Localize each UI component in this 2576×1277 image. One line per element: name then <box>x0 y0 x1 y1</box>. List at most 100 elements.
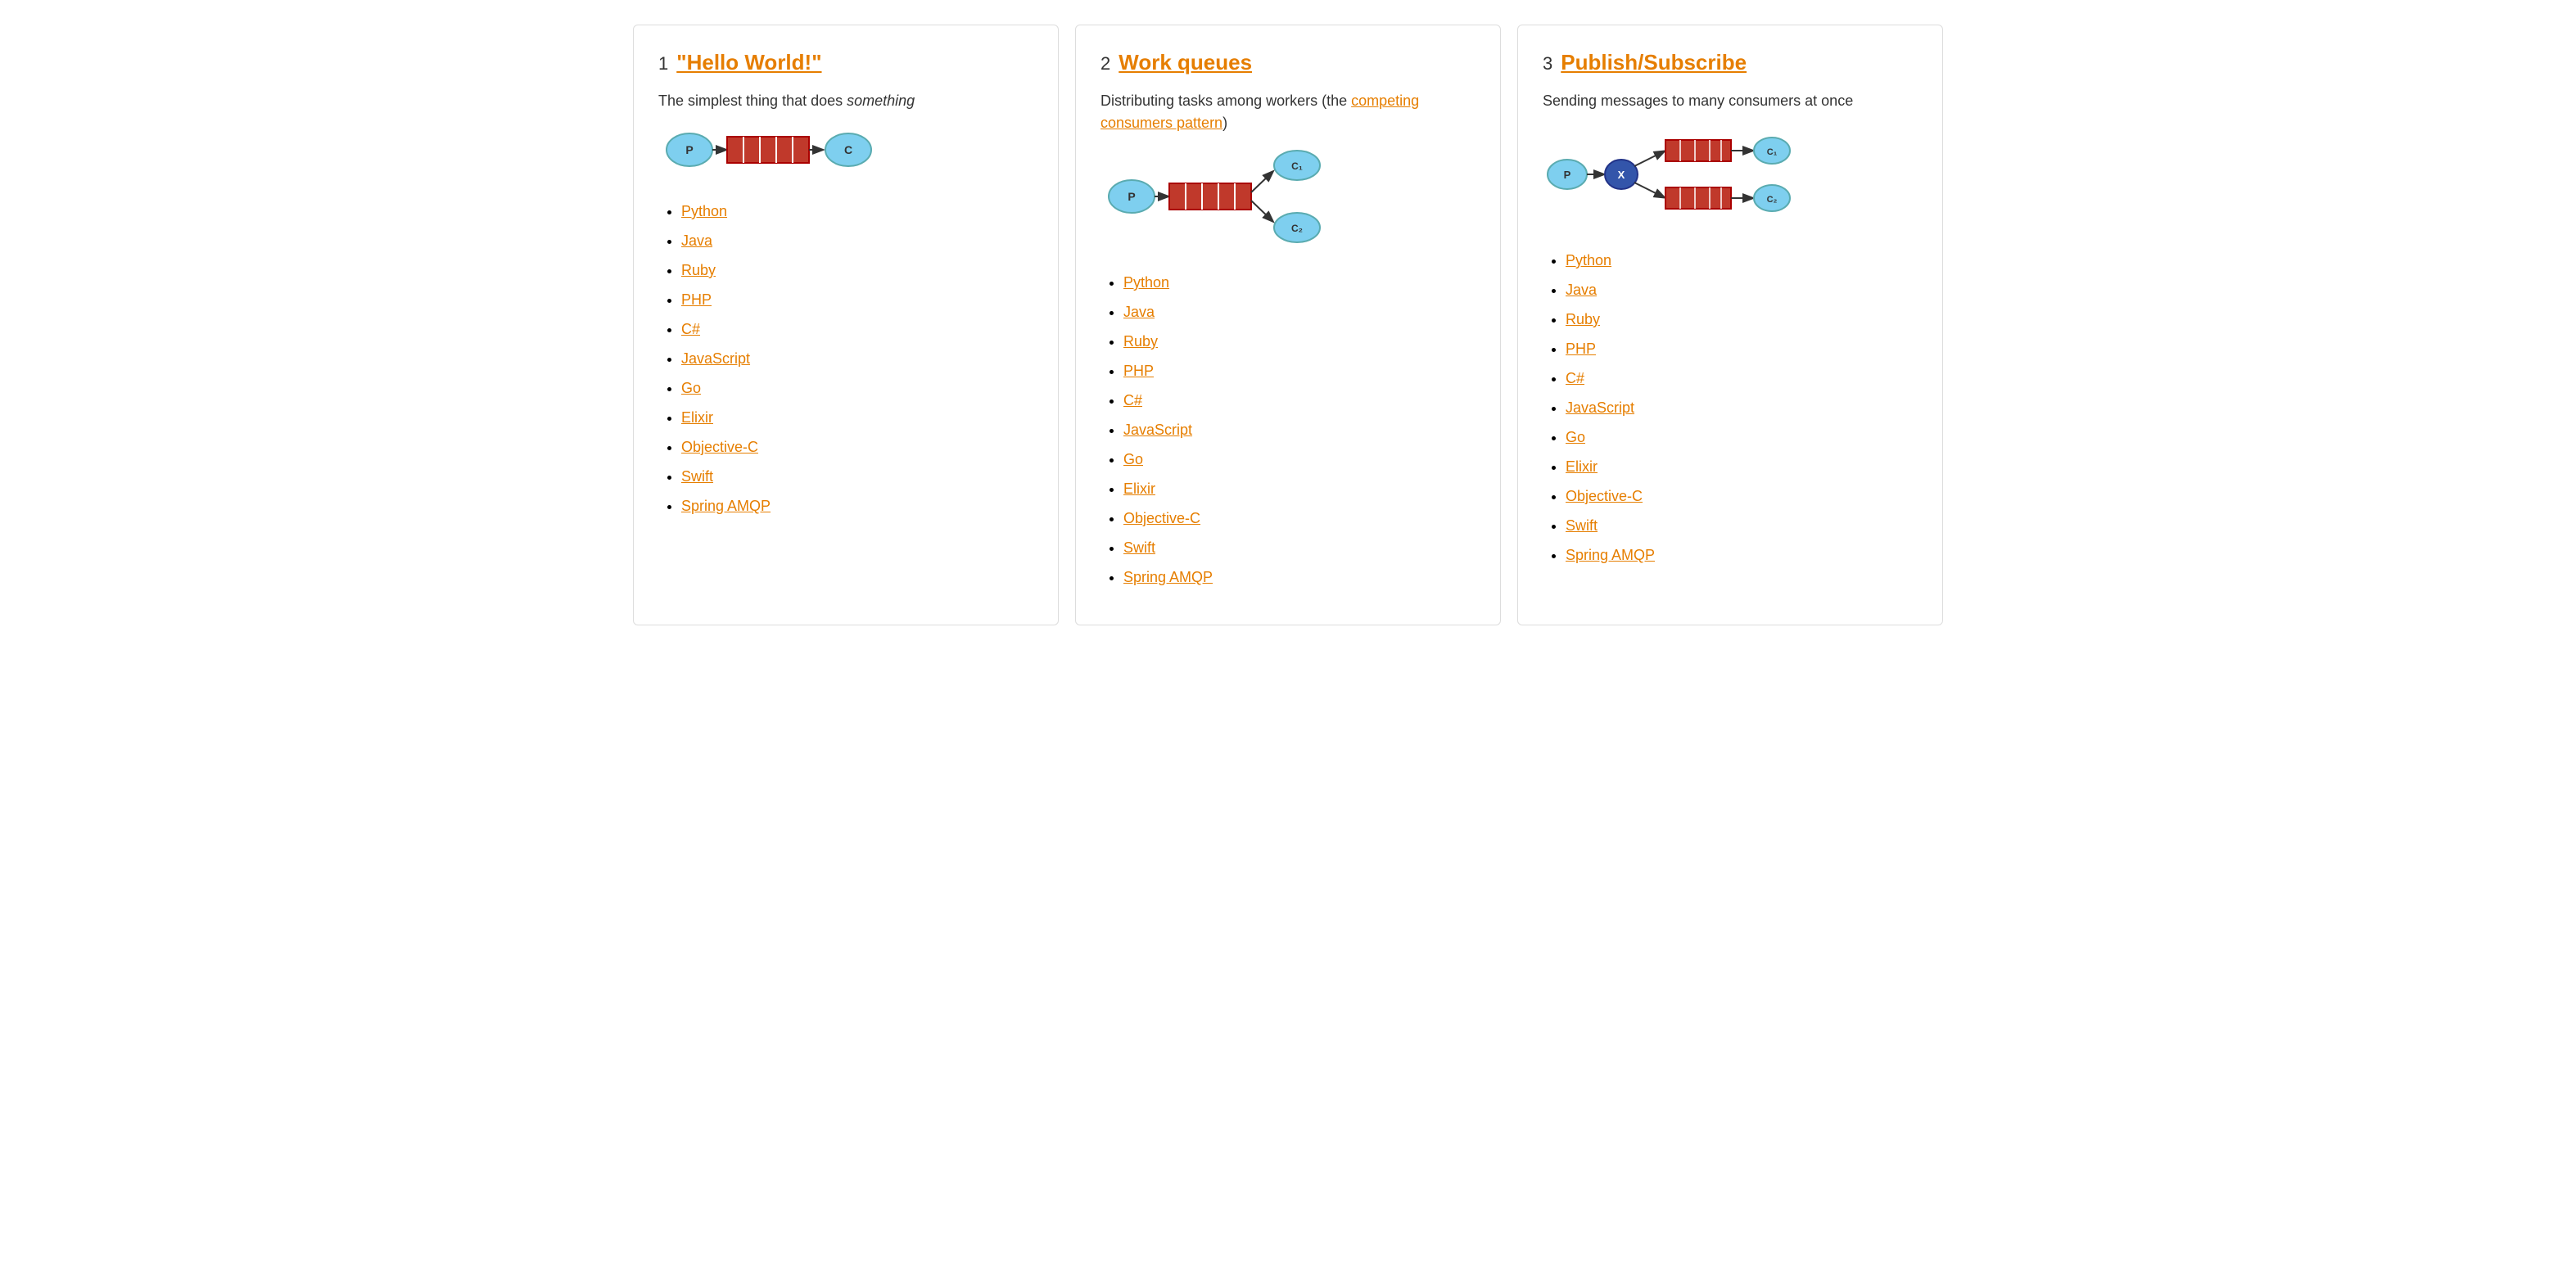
list-item: Ruby <box>1123 327 1476 356</box>
link-csharp-1[interactable]: C# <box>681 321 700 337</box>
svg-text:P: P <box>685 143 693 156</box>
card-title-2: Work queues <box>1119 50 1252 75</box>
card-header-2: 2 Work queues <box>1100 50 1476 75</box>
link-ruby-1[interactable]: Ruby <box>681 262 716 278</box>
link-java-2[interactable]: Java <box>1123 304 1155 320</box>
card-title-link-2[interactable]: Work queues <box>1119 50 1252 74</box>
diagram-2: P C₁ C₂ <box>1100 147 1476 250</box>
list-item: Go <box>1566 422 1918 452</box>
link-java-3[interactable]: Java <box>1566 282 1597 298</box>
main-container: 1 "Hello World!" The simplest thing that… <box>633 25 1943 625</box>
list-item: Objective-C <box>681 432 1033 462</box>
link-php-3[interactable]: PHP <box>1566 341 1596 357</box>
svg-text:P: P <box>1128 190 1135 203</box>
card-number-3: 3 <box>1543 53 1552 74</box>
diagram-svg-1: P <box>658 125 879 174</box>
list-item: JavaScript <box>1566 393 1918 422</box>
list-item: Objective-C <box>1566 481 1918 511</box>
list-item: Java <box>681 226 1033 255</box>
link-php-2[interactable]: PHP <box>1123 363 1154 379</box>
diagram-svg-3: P X <box>1543 125 1805 223</box>
card-hello-world: 1 "Hello World!" The simplest thing that… <box>633 25 1059 625</box>
link-go-2[interactable]: Go <box>1123 451 1143 467</box>
links-list-2: Python Java Ruby PHP C# JavaScript Go El… <box>1100 268 1476 592</box>
svg-text:C₁: C₁ <box>1291 160 1303 172</box>
list-item: PHP <box>1566 334 1918 363</box>
link-python-3[interactable]: Python <box>1566 252 1611 268</box>
diagram-1: P <box>658 125 1033 178</box>
card-header-3: 3 Publish/Subscribe <box>1543 50 1918 75</box>
list-item: Spring AMQP <box>1566 540 1918 570</box>
list-item: Elixir <box>681 403 1033 432</box>
link-js-1[interactable]: JavaScript <box>681 350 750 367</box>
link-ruby-3[interactable]: Ruby <box>1566 311 1600 327</box>
link-spring-3[interactable]: Spring AMQP <box>1566 547 1655 563</box>
link-ruby-2[interactable]: Ruby <box>1123 333 1158 350</box>
card-number-2: 2 <box>1100 53 1110 74</box>
list-item: Python <box>681 196 1033 226</box>
link-python-1[interactable]: Python <box>681 203 727 219</box>
card-desc-2: Distributing tasks among workers (the co… <box>1100 90 1476 134</box>
link-objc-1[interactable]: Objective-C <box>681 439 758 455</box>
list-item: C# <box>1566 363 1918 393</box>
card-title-1: "Hello World!" <box>676 50 821 75</box>
link-go-3[interactable]: Go <box>1566 429 1585 445</box>
diagram-svg-2: P C₁ C₂ <box>1100 147 1330 246</box>
link-csharp-2[interactable]: C# <box>1123 392 1142 408</box>
card-title-link-3[interactable]: Publish/Subscribe <box>1561 50 1747 74</box>
svg-text:C₂: C₂ <box>1767 195 1778 205</box>
link-objc-3[interactable]: Objective-C <box>1566 488 1643 504</box>
card-title-3: Publish/Subscribe <box>1561 50 1747 75</box>
list-item: Java <box>1566 275 1918 305</box>
svg-text:C: C <box>844 143 852 156</box>
link-spring-1[interactable]: Spring AMQP <box>681 498 771 514</box>
svg-text:P: P <box>1564 169 1571 181</box>
list-item: PHP <box>681 285 1033 314</box>
link-go-1[interactable]: Go <box>681 380 701 396</box>
link-swift-2[interactable]: Swift <box>1123 539 1155 556</box>
list-item: Ruby <box>681 255 1033 285</box>
link-elixir-3[interactable]: Elixir <box>1566 458 1598 475</box>
list-item: PHP <box>1123 356 1476 386</box>
card-pubsub: 3 Publish/Subscribe Sending messages to … <box>1517 25 1943 625</box>
list-item: Spring AMQP <box>681 491 1033 521</box>
list-item: Elixir <box>1566 452 1918 481</box>
list-item: Swift <box>1566 511 1918 540</box>
diagram-3: P X <box>1543 125 1918 228</box>
link-js-2[interactable]: JavaScript <box>1123 422 1192 438</box>
competing-consumers-link[interactable]: competing consumers pattern <box>1100 93 1419 131</box>
card-header-1: 1 "Hello World!" <box>658 50 1033 75</box>
list-item: Swift <box>681 462 1033 491</box>
link-python-2[interactable]: Python <box>1123 274 1169 291</box>
link-swift-1[interactable]: Swift <box>681 468 713 485</box>
link-objc-2[interactable]: Objective-C <box>1123 510 1200 526</box>
link-java-1[interactable]: Java <box>681 232 712 249</box>
link-js-3[interactable]: JavaScript <box>1566 399 1634 416</box>
card-title-link-1[interactable]: "Hello World!" <box>676 50 821 74</box>
list-item: Go <box>681 373 1033 403</box>
svg-text:X: X <box>1618 169 1625 181</box>
list-item: Spring AMQP <box>1123 562 1476 592</box>
card-desc-1: The simplest thing that does something <box>658 90 1033 112</box>
list-item: Ruby <box>1566 305 1918 334</box>
list-item: Objective-C <box>1123 503 1476 533</box>
list-item: JavaScript <box>1123 415 1476 444</box>
svg-text:C₁: C₁ <box>1767 147 1778 157</box>
link-csharp-3[interactable]: C# <box>1566 370 1584 386</box>
list-item: JavaScript <box>681 344 1033 373</box>
list-item: Python <box>1123 268 1476 297</box>
card-work-queues: 2 Work queues Distributing tasks among w… <box>1075 25 1501 625</box>
list-item: C# <box>681 314 1033 344</box>
list-item: C# <box>1123 386 1476 415</box>
link-php-1[interactable]: PHP <box>681 291 712 308</box>
link-elixir-1[interactable]: Elixir <box>681 409 713 426</box>
list-item: Python <box>1566 246 1918 275</box>
card-number-1: 1 <box>658 53 668 74</box>
link-swift-3[interactable]: Swift <box>1566 517 1598 534</box>
links-list-1: Python Java Ruby PHP C# JavaScript Go El… <box>658 196 1033 521</box>
list-item: Go <box>1123 444 1476 474</box>
link-elixir-2[interactable]: Elixir <box>1123 481 1155 497</box>
link-spring-2[interactable]: Spring AMQP <box>1123 569 1213 585</box>
list-item: Elixir <box>1123 474 1476 503</box>
list-item: Swift <box>1123 533 1476 562</box>
